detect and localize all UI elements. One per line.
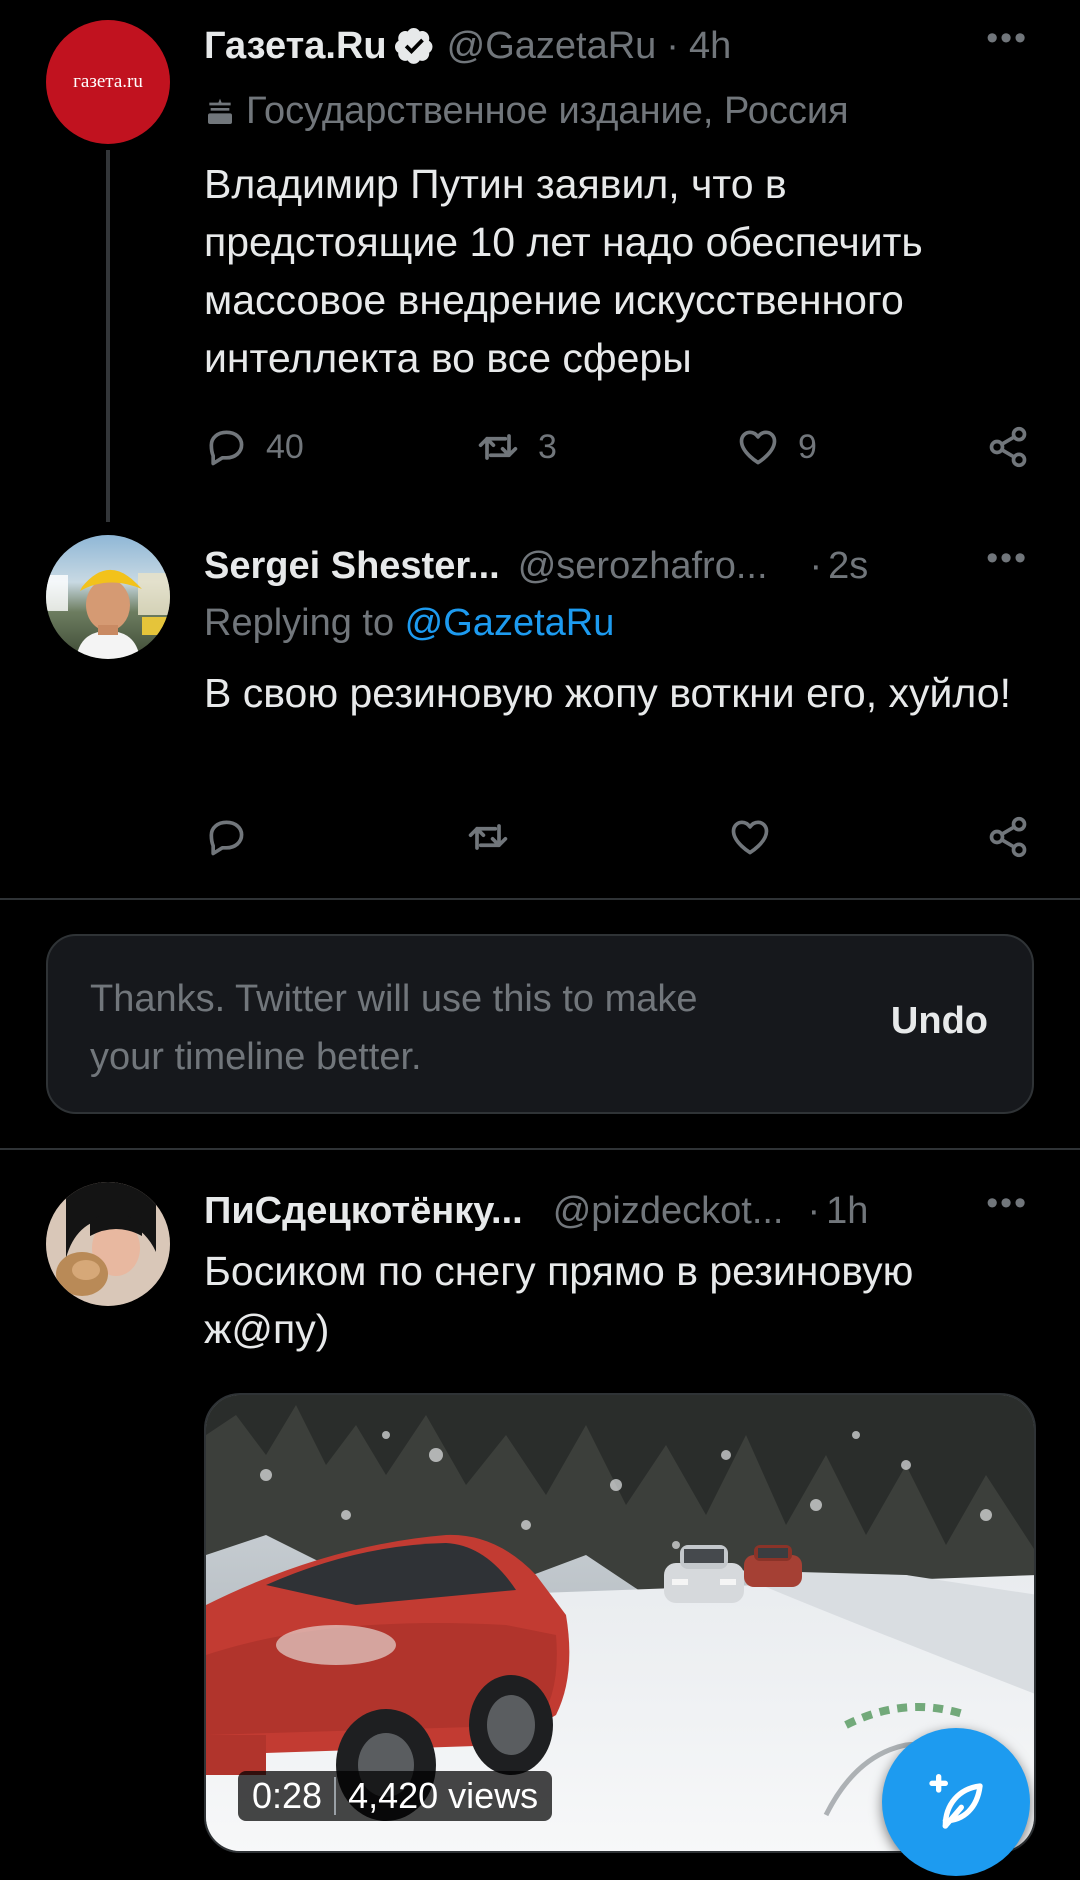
separator-dot: · [807,1189,821,1232]
undo-button[interactable]: Undo [891,1000,988,1043]
tweet-actions [204,812,1034,862]
tweet-header: ПиСдецкотёнку... @pizdeckot... · 1h ••• [204,1186,1050,1236]
tweet-timestamp[interactable]: 4h [689,25,731,68]
compose-tweet-button[interactable] [882,1728,1030,1876]
divider [0,898,1080,900]
share-button[interactable] [986,422,1030,472]
tweet-text: В свою резиновую жопу воткни его, хуйло! [204,670,1011,716]
badge-divider [334,1777,337,1815]
more-options-icon[interactable]: ••• [986,21,1028,55]
separator-dot: · [809,544,823,587]
author-name[interactable]: Sergei Shester... [204,545,500,588]
avatar-gazetaru[interactable]: газета.ru [46,20,170,144]
more-options-icon[interactable]: ••• [986,541,1028,575]
retweet-button[interactable] [466,812,510,862]
replying-to: Replying to @GazetaRu [204,602,614,645]
toast-message: Thanks. Twitter will use this to make yo… [90,978,698,1078]
like-button[interactable]: 9 [736,422,817,472]
video-duration: 0:28 [252,1775,323,1816]
tweet-text: Владимир Путин заявил, что в предстоящие… [204,161,923,381]
tweet-header: Sergei Shester... @serozhafro... · 2s ••… [204,541,1050,591]
compose-tweet-icon [929,1774,983,1829]
replying-to-prefix: Replying to [204,602,405,644]
avatar-logo-text: газета.ru [73,71,143,92]
author-name[interactable]: ПиСдецкотёнку... [204,1190,523,1233]
reply-icon [209,820,244,856]
tweet-timestamp[interactable]: 1h [826,1190,868,1233]
separator-dot: · [666,24,679,67]
government-label[interactable]: Государственное издание, Россия [204,90,849,133]
author-name[interactable]: Газета.Ru [204,25,387,68]
video-info-badge: 0:28 4,420 views [238,1771,553,1821]
reply-count: 40 [266,427,304,466]
share-icon [989,426,1027,468]
reply-button[interactable] [204,812,248,862]
retweet-icon [478,434,518,460]
like-count: 9 [798,427,817,466]
tweet-sergei[interactable]: Sergei Shester... @serozhafro... · 2s ••… [0,520,1080,900]
tweet-timestamp[interactable]: 2s [828,545,868,588]
avatar-sergei[interactable] [46,535,170,659]
retweet-icon [468,824,508,850]
tweet-header: Газета.Ru @GazetaRu · 4h ••• [204,21,1050,71]
author-handle[interactable]: @pizdeckot... [553,1190,784,1233]
more-options-icon[interactable]: ••• [986,1186,1028,1220]
author-handle[interactable]: @serozhafro... [518,545,768,588]
share-button[interactable] [986,812,1030,862]
twitter-timeline: газета.ru Газета.Ru @GazetaRu · 4h ••• Г… [0,0,1080,1880]
thread-connector [106,150,110,522]
retweet-button[interactable]: 3 [476,422,557,472]
retweet-count: 3 [538,427,557,466]
author-handle[interactable]: @GazetaRu [447,25,657,68]
reply-icon [209,430,244,466]
verified-badge-icon [394,26,435,66]
government-label-text: Государственное издание, Россия [246,90,849,132]
feedback-toast: Thanks. Twitter will use this to make yo… [46,934,1034,1114]
like-icon [739,430,777,465]
video-views: 4,420 views [348,1775,539,1816]
replying-to-handle[interactable]: @GazetaRu [405,602,615,644]
like-button[interactable] [728,812,772,862]
like-icon [731,820,769,855]
tweet-gazetaru[interactable]: газета.ru Газета.Ru @GazetaRu · 4h ••• Г… [0,0,1080,522]
reply-button[interactable]: 40 [204,422,304,472]
avatar-pisdeckotenku[interactable] [46,1182,170,1306]
share-icon [989,816,1027,858]
tweet-actions: 40 3 9 [204,422,1034,472]
tweet-text: Босиком по снегу прямо в резиновую ж@пу) [204,1248,914,1352]
government-building-icon [204,95,236,129]
